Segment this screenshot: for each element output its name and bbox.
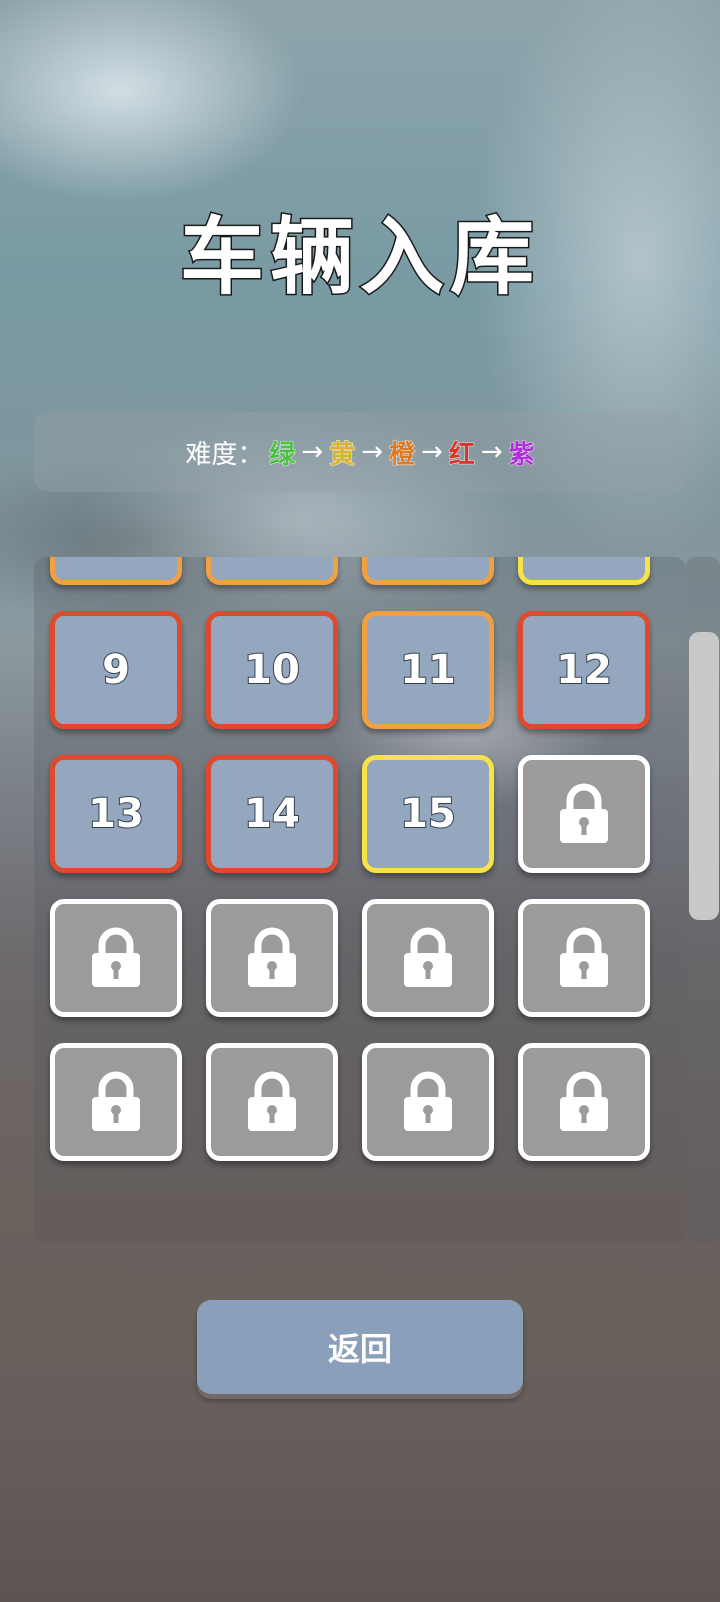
- level-number: 12: [555, 646, 613, 694]
- difficulty-label: 难度：: [185, 439, 264, 470]
- level-tile-8[interactable]: 8: [518, 557, 650, 585]
- difficulty-arrow: →: [301, 437, 324, 467]
- level-tile-11[interactable]: 11: [362, 611, 494, 729]
- level-tile-12[interactable]: 12: [518, 611, 650, 729]
- level-tile-10[interactable]: 10: [206, 611, 338, 729]
- level-tile-9[interactable]: 9: [50, 611, 182, 729]
- difficulty-level-green: 绿: [269, 439, 296, 470]
- difficulty-level-purple: 紫: [508, 439, 535, 470]
- difficulty-legend: 难度： 绿 → 黄 → 橙 → 红 → 紫: [34, 412, 686, 492]
- level-number: 10: [243, 646, 301, 694]
- lock-icon: [92, 1071, 140, 1131]
- lock-icon: [560, 1071, 608, 1131]
- level-number: 9: [101, 646, 131, 694]
- game-title: 车辆入库: [178, 207, 540, 308]
- back-button[interactable]: 返回: [197, 1300, 523, 1394]
- difficulty-level-yellow: 黄: [329, 439, 356, 470]
- level-number: 14: [243, 790, 301, 838]
- level-grid[interactable]: 5678 9 10 11 12 13 14 15: [34, 557, 686, 1243]
- lock-icon: [560, 927, 608, 987]
- level-number: 11: [399, 646, 457, 694]
- lock-icon: [248, 927, 296, 987]
- level-tile-5[interactable]: 5: [50, 557, 182, 585]
- locked-level-tile: [362, 1043, 494, 1161]
- locked-level-tile: [206, 1043, 338, 1161]
- level-tile-6[interactable]: 6: [206, 557, 338, 585]
- level-tile-7[interactable]: 7: [362, 557, 494, 585]
- locked-level-tile: [518, 899, 650, 1017]
- locked-level-tile: [362, 899, 494, 1017]
- difficulty-arrow: →: [480, 437, 503, 467]
- locked-level-tile: [518, 755, 650, 873]
- difficulty-level-red: 红: [448, 439, 475, 470]
- lock-icon: [560, 783, 608, 843]
- lock-icon: [92, 927, 140, 987]
- difficulty-arrow: →: [421, 437, 443, 467]
- level-tile-13[interactable]: 13: [50, 755, 182, 873]
- locked-level-tile: [206, 899, 338, 1017]
- level-number: 15: [399, 790, 457, 838]
- level-tile-14[interactable]: 14: [206, 755, 338, 873]
- locked-level-tile: [518, 1043, 650, 1161]
- scrollbar-thumb[interactable]: [689, 632, 719, 920]
- locked-level-tile: [50, 899, 182, 1017]
- locked-level-tile: [50, 1043, 182, 1161]
- difficulty-level-orange: 橙: [389, 439, 416, 470]
- lock-icon: [248, 1071, 296, 1131]
- lock-icon: [404, 927, 452, 987]
- level-number: 13: [87, 790, 145, 838]
- level-tile-15[interactable]: 15: [362, 755, 494, 873]
- difficulty-arrow: →: [361, 437, 383, 467]
- lock-icon: [404, 1071, 452, 1131]
